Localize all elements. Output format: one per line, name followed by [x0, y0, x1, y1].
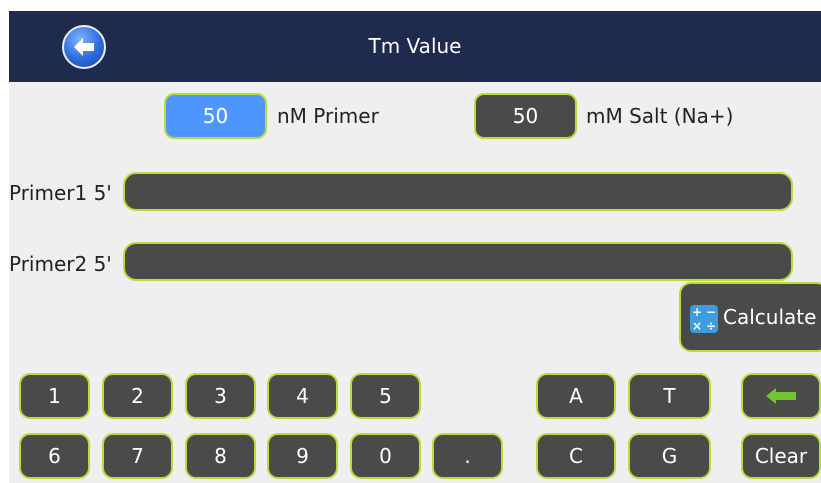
key-g[interactable]: G — [628, 433, 711, 479]
clear-button[interactable]: Clear — [741, 433, 821, 479]
key-0[interactable]: 0 — [350, 433, 421, 479]
primer2-label: Primer2 5' — [9, 252, 112, 276]
key-6[interactable]: 6 — [19, 433, 90, 479]
key-8[interactable]: 8 — [185, 433, 256, 479]
salt-concentration-input[interactable]: 50 — [474, 93, 577, 139]
back-button[interactable] — [62, 25, 106, 69]
primer1-label: Primer1 5' — [9, 181, 112, 205]
header-bar: Tm Value — [9, 11, 821, 82]
calculate-button[interactable]: + − × ÷ Calculate — [679, 282, 821, 352]
page-title: Tm Value — [368, 34, 462, 58]
key-7[interactable]: 7 — [102, 433, 173, 479]
calculate-label: Calculate — [723, 305, 817, 329]
tm-value-screen: Tm Value 50 nM Primer 50 mM Salt (Na+) P… — [9, 11, 821, 483]
back-arrow-icon — [74, 38, 94, 56]
primer-concentration-input[interactable]: 50 — [164, 93, 267, 139]
key-c[interactable]: C — [536, 433, 616, 479]
primer2-sequence-field[interactable] — [123, 242, 793, 281]
key-3[interactable]: 3 — [185, 373, 256, 419]
key-t[interactable]: T — [628, 373, 711, 419]
backspace-arrow-icon — [766, 388, 796, 404]
primer1-sequence-field[interactable] — [123, 172, 793, 211]
key-decimal[interactable]: . — [432, 433, 503, 479]
key-5[interactable]: 5 — [350, 373, 421, 419]
key-1[interactable]: 1 — [19, 373, 90, 419]
key-a[interactable]: A — [536, 373, 616, 419]
backspace-button[interactable] — [741, 373, 821, 419]
key-9[interactable]: 9 — [267, 433, 338, 479]
salt-concentration-unit: mM Salt (Na+) — [586, 104, 734, 128]
key-2[interactable]: 2 — [102, 373, 173, 419]
calculator-icon: + − × ÷ — [690, 305, 718, 333]
key-4[interactable]: 4 — [267, 373, 338, 419]
primer-concentration-unit: nM Primer — [277, 104, 379, 128]
